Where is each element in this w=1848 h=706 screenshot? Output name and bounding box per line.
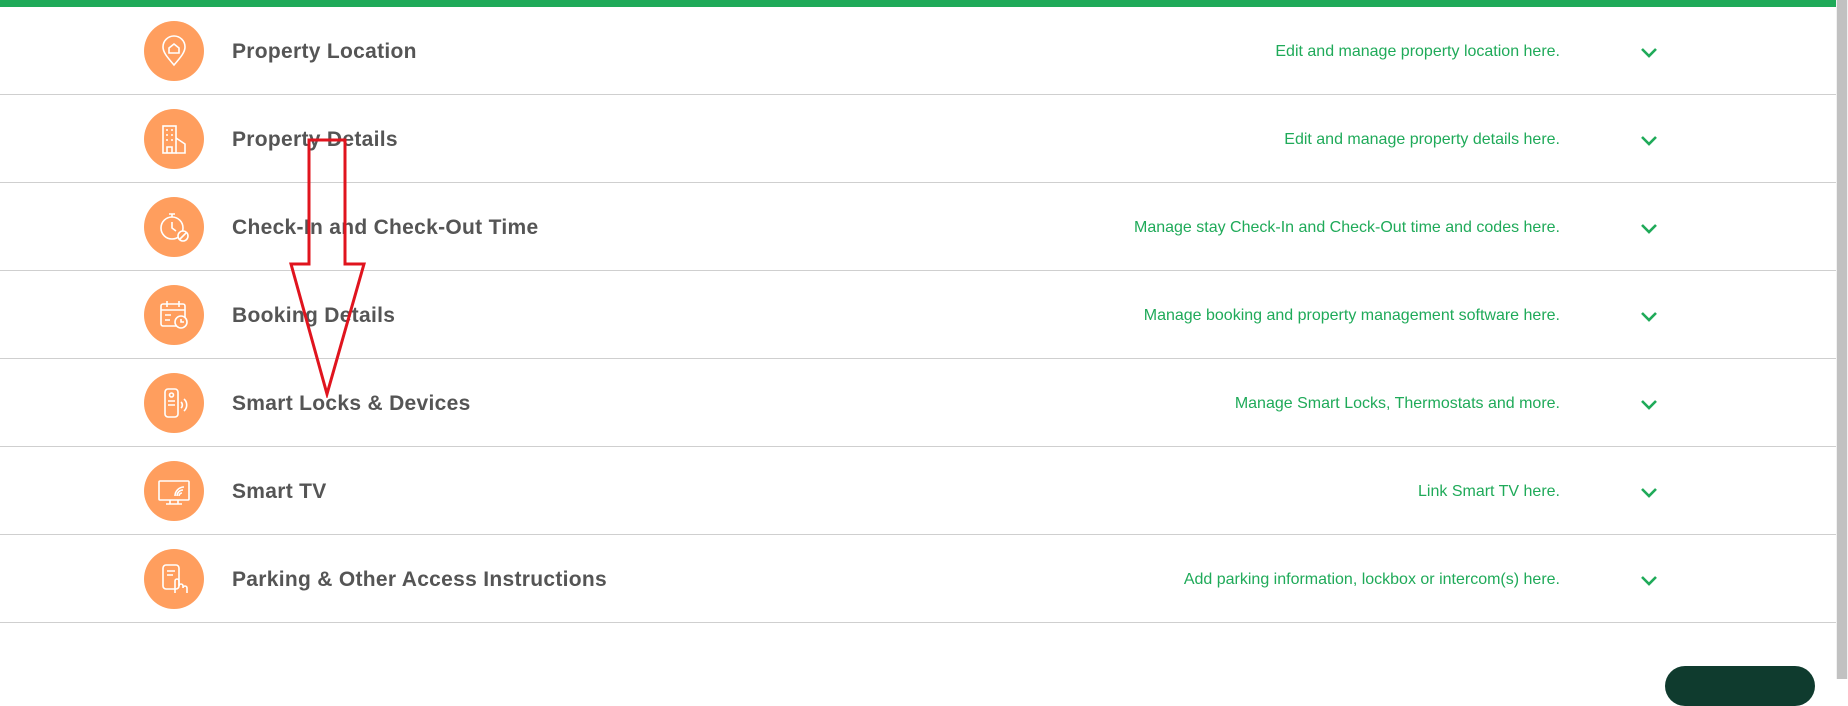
parking-hand-icon xyxy=(144,549,204,609)
section-row-property-location[interactable]: Property Location Edit and manage proper… xyxy=(0,7,1836,95)
section-title: Parking & Other Access Instructions xyxy=(232,568,607,591)
section-row-parking-access[interactable]: Parking & Other Access Instructions Add … xyxy=(0,535,1836,623)
section-row-booking-details[interactable]: Booking Details Manage booking and prope… xyxy=(0,271,1836,359)
section-title: Booking Details xyxy=(232,304,396,327)
section-description: Edit and manage property location here. xyxy=(1275,43,1560,60)
chevron-down-icon[interactable] xyxy=(1640,573,1658,587)
section-description: Manage booking and property management s… xyxy=(1143,307,1560,324)
section-description: Link Smart TV here. xyxy=(1418,483,1560,500)
building-icon xyxy=(144,109,204,169)
chevron-down-icon[interactable] xyxy=(1640,397,1658,411)
section-description: Manage stay Check-In and Check-Out time … xyxy=(1134,219,1560,236)
scrollbar-thumb[interactable] xyxy=(1837,0,1847,679)
section-description: Edit and manage property details here. xyxy=(1284,131,1560,148)
tv-icon xyxy=(144,461,204,521)
section-row-check-in-out[interactable]: Check-In and Check-Out Time Manage stay … xyxy=(0,183,1836,271)
chevron-down-icon[interactable] xyxy=(1640,309,1658,323)
top-accent-bar xyxy=(0,0,1848,7)
chevron-down-icon[interactable] xyxy=(1640,45,1658,59)
chevron-down-icon[interactable] xyxy=(1640,485,1658,499)
location-pin-icon xyxy=(144,21,204,81)
floating-action-button[interactable] xyxy=(1665,666,1815,706)
section-title: Smart TV xyxy=(232,480,327,503)
section-title: Check-In and Check-Out Time xyxy=(232,216,539,239)
section-row-smart-tv[interactable]: Smart TV Link Smart TV here. xyxy=(0,447,1836,535)
section-description: Add parking information, lockbox or inte… xyxy=(1183,571,1560,588)
settings-section-list: Property Location Edit and manage proper… xyxy=(0,7,1836,623)
smart-lock-icon xyxy=(144,373,204,433)
section-title: Property Details xyxy=(232,128,398,151)
calendar-clock-icon xyxy=(144,285,204,345)
chevron-down-icon[interactable] xyxy=(1640,133,1658,147)
section-row-smart-locks[interactable]: Smart Locks & Devices Manage Smart Locks… xyxy=(0,359,1836,447)
chevron-down-icon[interactable] xyxy=(1640,221,1658,235)
section-row-property-details[interactable]: Property Details Edit and manage propert… xyxy=(0,95,1836,183)
stopwatch-icon xyxy=(144,197,204,257)
section-title: Property Location xyxy=(232,40,417,63)
section-description: Manage Smart Locks, Thermostats and more… xyxy=(1234,395,1560,412)
section-title: Smart Locks & Devices xyxy=(232,392,471,415)
